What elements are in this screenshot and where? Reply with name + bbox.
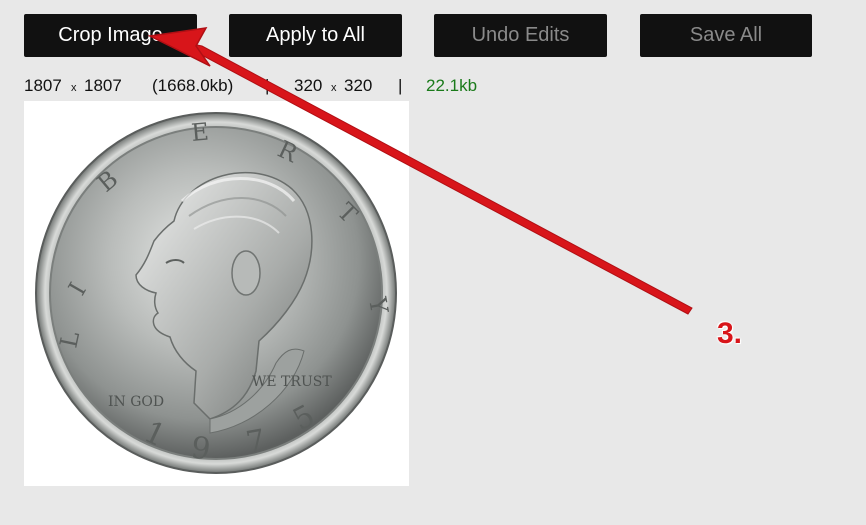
- coin-motto-left: IN GOD: [108, 394, 164, 410]
- coin-image: L I B E R T Y IN GOD WE TRUST 1 9 7 5: [35, 112, 397, 474]
- original-height: 1807: [84, 76, 122, 95]
- save-all-button[interactable]: Save All: [640, 14, 812, 57]
- original-file-size: (1668.0kb): [152, 76, 234, 95]
- new-dimension-separator: x: [331, 82, 337, 94]
- crop-image-button[interactable]: Crop Image: [24, 14, 197, 57]
- step-number-label: 3.: [717, 317, 743, 350]
- apply-to-all-button[interactable]: Apply to All: [229, 14, 402, 57]
- image-preview[interactable]: L I B E R T Y IN GOD WE TRUST 1 9 7 5: [24, 101, 409, 486]
- new-file-size: 22.1kb: [426, 76, 478, 95]
- new-width: 320: [294, 76, 323, 95]
- coin-motto-right: WE TRUST: [252, 374, 332, 390]
- new-height: 320: [344, 76, 373, 95]
- original-dimension-separator: x: [71, 82, 77, 94]
- undo-edits-button[interactable]: Undo Edits: [434, 14, 607, 57]
- info-divider: |: [398, 76, 403, 95]
- original-width: 1807: [24, 76, 62, 95]
- svg-text:E: E: [190, 118, 210, 147]
- info-divider: |: [265, 76, 270, 95]
- toolbar: Crop Image Apply to All Undo Edits Save …: [0, 0, 866, 60]
